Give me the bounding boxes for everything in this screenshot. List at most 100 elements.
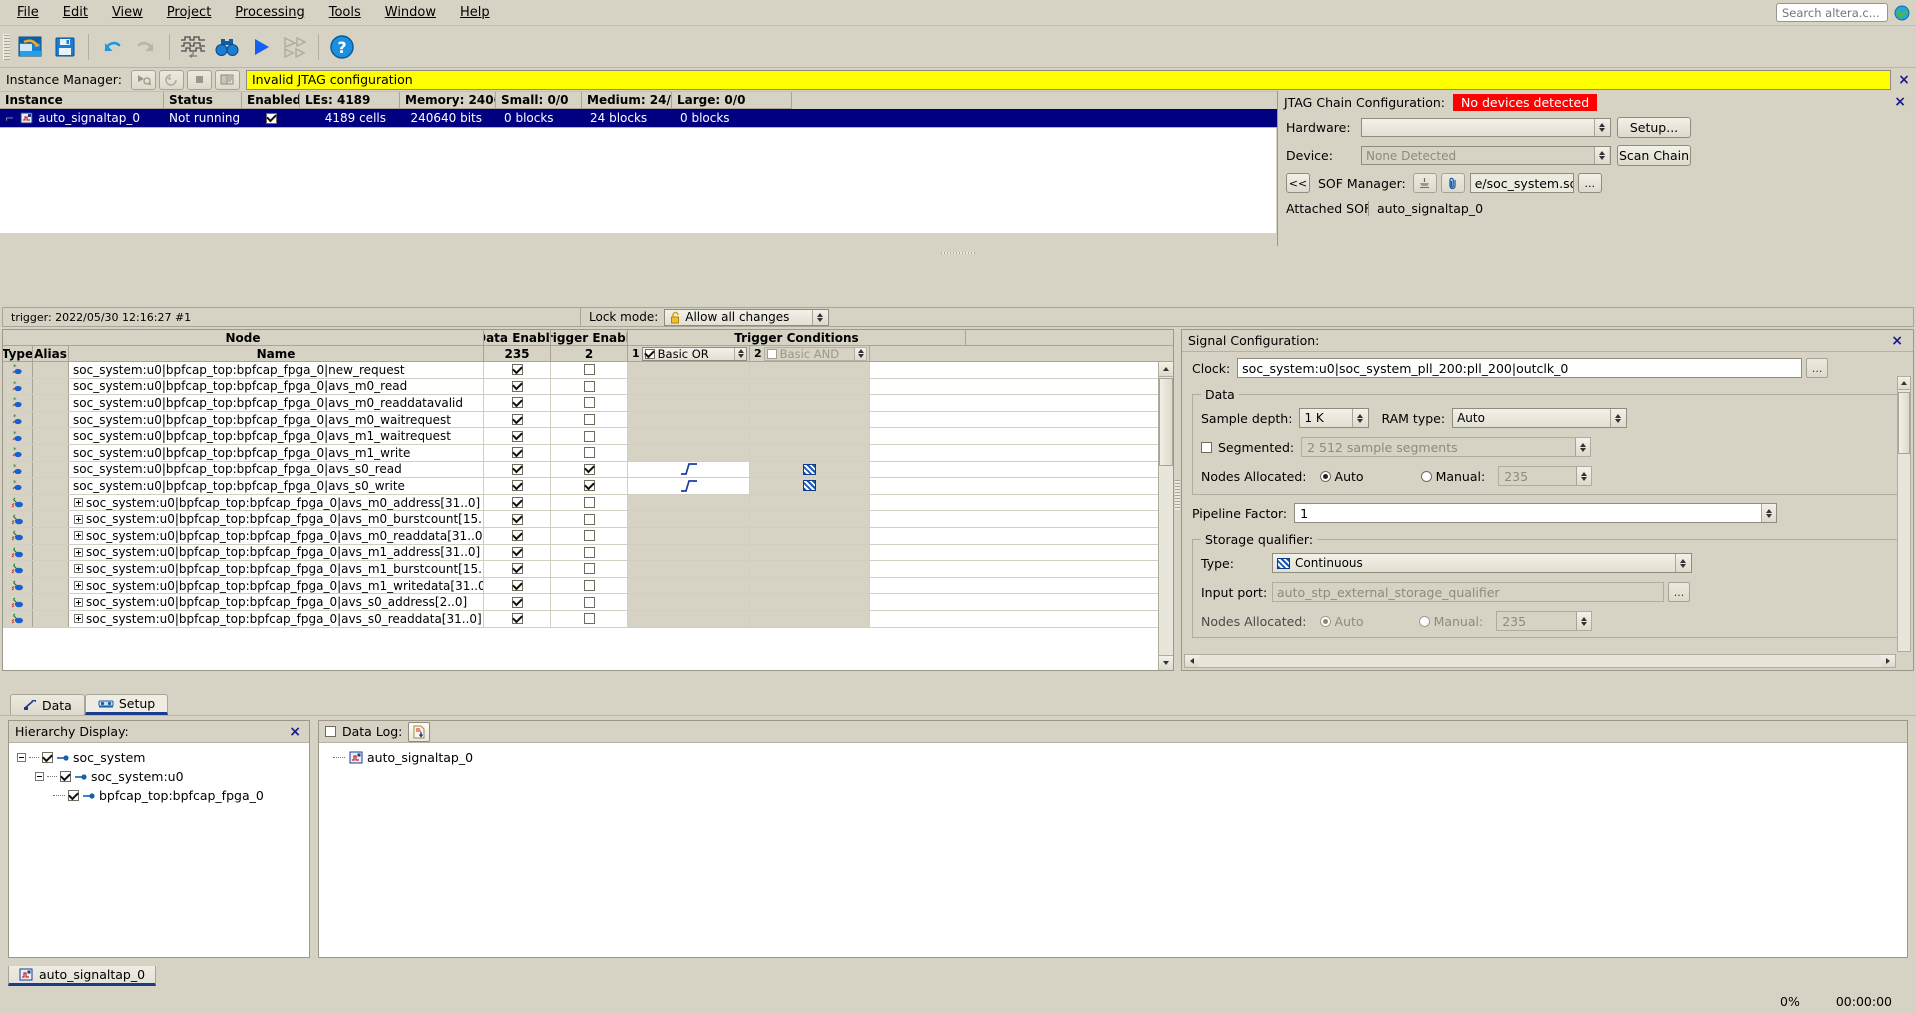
tab-data[interactable]: Data — [10, 694, 85, 715]
col-small[interactable]: Small: 0/0 — [496, 92, 582, 109]
table-row[interactable]: * soc_system:u0|bpfcap_top:bpfcap_fpga_0|… — [3, 378, 1173, 396]
col-enabled[interactable]: Enabled — [242, 92, 300, 109]
data-enable-checkbox[interactable] — [511, 546, 523, 558]
node-name-cell[interactable]: soc_system:u0|bpfcap_top:bpfcap_fpga_0|a… — [69, 561, 484, 577]
node-trigger-enable-cell[interactable] — [551, 378, 628, 395]
node-data-enable-cell[interactable] — [484, 378, 551, 395]
trigger-enable-checkbox[interactable] — [583, 563, 595, 575]
sq-manual-radio[interactable] — [1418, 615, 1430, 627]
trigger-enable-checkbox[interactable] — [583, 480, 595, 492]
node-trigger-cond-1-cell[interactable] — [628, 378, 750, 395]
segmented-checkbox[interactable] — [1201, 441, 1212, 453]
col-node[interactable]: Node — [3, 330, 484, 346]
nodes-auto-radio[interactable] — [1319, 470, 1331, 482]
table-row[interactable]: soc_system:u0|bpfcap_top:bpfcap_fpga_0|a… — [3, 561, 1173, 578]
col-data-enable[interactable]: Data Enable — [484, 330, 551, 346]
col-name[interactable]: Name — [69, 346, 484, 362]
node-data-enable-cell[interactable] — [484, 411, 551, 428]
table-row[interactable]: * soc_system:u0|bpfcap_top:bpfcap_fpga_0|… — [3, 444, 1173, 462]
trigger-enable-checkbox[interactable] — [583, 397, 595, 409]
node-alias-cell[interactable] — [33, 527, 69, 544]
open-project-icon[interactable] — [14, 30, 48, 64]
expand-node-icon[interactable] — [74, 564, 83, 574]
sq-type-arrows[interactable] — [1675, 554, 1690, 572]
node-alias-cell[interactable] — [33, 544, 69, 561]
node-trigger-cond-2-cell[interactable] — [750, 610, 870, 627]
node-alias-cell[interactable] — [33, 577, 69, 594]
segmented-arrows[interactable] — [1575, 438, 1591, 456]
expand-node-icon[interactable] — [74, 531, 83, 541]
clock-browse-button[interactable]: ... — [1806, 358, 1829, 378]
node-trigger-cond-2-cell[interactable] — [750, 511, 870, 527]
menu-tools[interactable]: Tools — [318, 1, 372, 24]
col-status[interactable]: Status — [164, 92, 242, 109]
node-trigger-cond-1-cell[interactable] — [628, 561, 750, 577]
sof-browse-button[interactable]: ... — [1577, 173, 1602, 193]
node-trigger-enable-cell[interactable] — [551, 561, 628, 577]
node-trigger-cond-2-cell[interactable] — [750, 494, 870, 511]
tc2-arrows[interactable] — [854, 347, 866, 360]
node-data-enable-cell[interactable] — [484, 544, 551, 561]
node-trigger-enable-cell[interactable] — [551, 544, 628, 561]
stop-analysis-button[interactable] — [186, 69, 212, 90]
node-name-cell[interactable]: soc_system:u0|bpfcap_top:bpfcap_fpga_0|a… — [69, 395, 484, 411]
expand-node-icon[interactable] — [74, 614, 83, 624]
node-scroll-thumb[interactable] — [1159, 378, 1173, 466]
ram-type-select[interactable]: Auto — [1452, 408, 1628, 428]
col-large[interactable]: Large: 0/0 — [672, 92, 792, 109]
node-trigger-cond-1-cell[interactable] — [628, 478, 750, 494]
sq-auto-radio[interactable] — [1319, 615, 1331, 627]
node-name-cell[interactable]: soc_system:u0|bpfcap_top:bpfcap_fpga_0|a… — [69, 577, 484, 594]
node-trigger-cond-1-cell[interactable] — [628, 544, 750, 561]
trigger-enable-checkbox[interactable] — [583, 463, 595, 475]
node-name-cell[interactable]: soc_system:u0|bpfcap_top:bpfcap_fpga_0|a… — [69, 478, 484, 494]
run-icon[interactable] — [244, 30, 278, 64]
node-trigger-cond-2-cell[interactable] — [750, 577, 870, 594]
menu-project[interactable]: Project — [156, 1, 222, 24]
nodes-manual-radio[interactable] — [1420, 470, 1432, 482]
tc1-select[interactable]: Basic OR — [641, 346, 747, 361]
sample-depth-select[interactable]: 1 K — [1299, 408, 1370, 428]
node-alias-cell[interactable] — [33, 461, 69, 478]
data-enable-checkbox[interactable] — [511, 364, 523, 376]
signal-config-close-icon[interactable]: × — [1891, 333, 1903, 349]
expand-node-icon[interactable] — [74, 597, 83, 607]
signal-config-vscrollbar[interactable] — [1897, 376, 1911, 652]
data-enable-checkbox[interactable] — [511, 563, 523, 575]
undo-icon[interactable] — [95, 30, 129, 64]
data-enable-checkbox[interactable] — [511, 463, 523, 475]
data-log-entry[interactable]: auto_signaltap_0 — [325, 748, 1907, 767]
node-trigger-cond-2-cell[interactable] — [750, 378, 870, 395]
hierarchy-close-icon[interactable]: × — [289, 724, 301, 740]
segmented-select[interactable]: 2 512 sample segments — [1301, 437, 1592, 457]
node-trigger-cond-2-cell[interactable] — [750, 594, 870, 610]
trigger-enable-checkbox[interactable] — [583, 414, 595, 426]
table-row[interactable]: * soc_system:u0|bpfcap_top:bpfcap_fpga_0|… — [3, 478, 1173, 495]
node-trigger-enable-cell[interactable] — [551, 428, 628, 444]
node-trigger-cond-2-cell[interactable] — [750, 561, 870, 577]
expand-node-icon[interactable] — [74, 547, 83, 557]
node-data-enable-cell[interactable] — [484, 577, 551, 594]
node-name-cell[interactable]: soc_system:u0|bpfcap_top:bpfcap_fpga_0|a… — [69, 594, 484, 610]
node-data-enable-cell[interactable] — [484, 494, 551, 511]
globe-icon[interactable] — [1894, 5, 1910, 21]
binoculars-icon[interactable] — [210, 30, 244, 64]
menu-file[interactable]: File — [6, 1, 50, 24]
node-alias-cell[interactable] — [33, 362, 69, 378]
instance-enabled-cell[interactable] — [242, 109, 300, 127]
table-row[interactable]: * soc_system:u0|bpfcap_top:bpfcap_fpga_0|… — [3, 362, 1173, 379]
sigcfg-resize-grip[interactable] — [1175, 480, 1180, 510]
setup-button[interactable]: Setup... — [1617, 117, 1691, 138]
node-data-enable-cell[interactable] — [484, 561, 551, 577]
col-medium[interactable]: Medium: 24/27 — [582, 92, 672, 109]
node-data-enable-cell[interactable] — [484, 461, 551, 478]
node-data-enable-cell[interactable] — [484, 610, 551, 627]
hierarchy-node-bpfcap-top[interactable]: bpfcap_top:bpfcap_fpga_0 — [15, 786, 309, 805]
node-trigger-cond-1-cell[interactable] — [628, 411, 750, 428]
table-row[interactable]: * soc_system:u0|bpfcap_top:bpfcap_fpga_0|… — [3, 428, 1173, 445]
node-table-vscrollbar[interactable] — [1158, 362, 1173, 670]
node-alias-cell[interactable] — [33, 494, 69, 511]
menu-edit[interactable]: Edit — [52, 1, 99, 24]
sample-depth-arrows[interactable] — [1352, 409, 1368, 427]
node-alias-cell[interactable] — [33, 378, 69, 395]
